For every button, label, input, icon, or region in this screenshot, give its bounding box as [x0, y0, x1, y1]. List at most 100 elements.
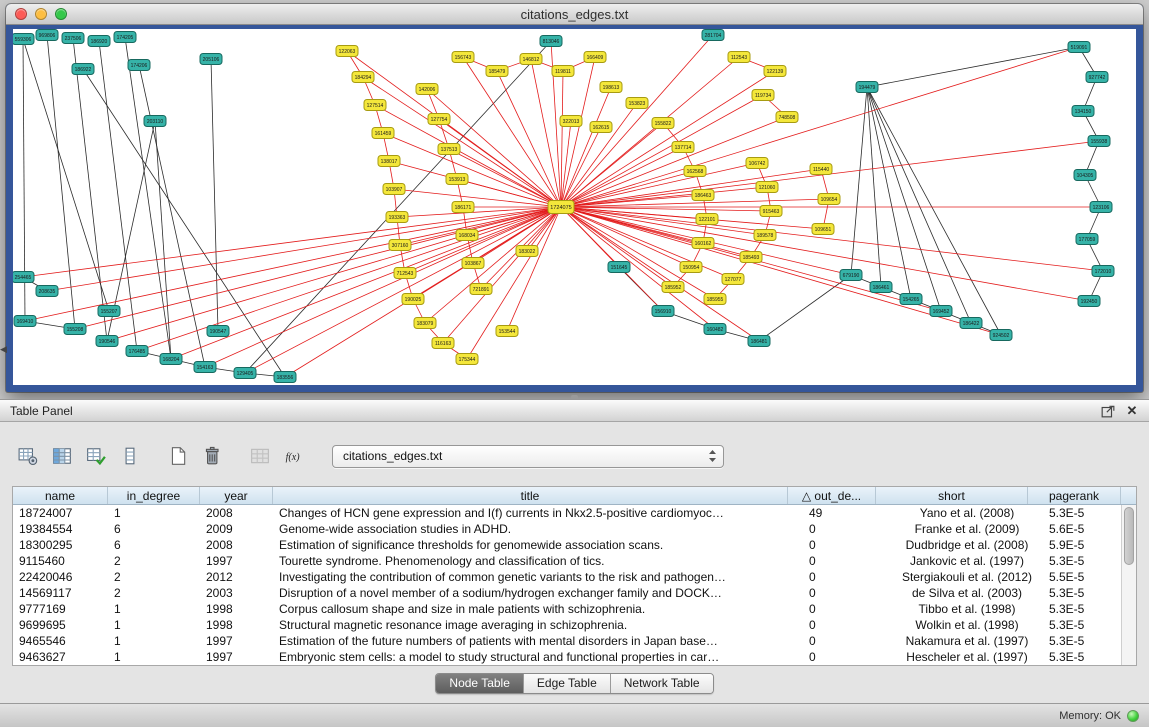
graph-node[interactable]: 712543: [394, 268, 416, 279]
import-table-icon[interactable]: [246, 443, 274, 469]
graph-node[interactable]: 721891: [470, 284, 492, 295]
network-window-titlebar[interactable]: citations_edges.txt: [6, 4, 1143, 25]
graph-node[interactable]: 185952: [662, 282, 684, 293]
table-row[interactable]: 969969511998Structural magnetic resonanc…: [13, 617, 1136, 633]
graph-node[interactable]: 162615: [590, 122, 612, 133]
graph-node[interactable]: 121060: [756, 182, 778, 193]
graph-node[interactable]: 109651: [812, 224, 834, 235]
graph-node[interactable]: 969806: [36, 30, 58, 41]
graph-node[interactable]: 186463: [692, 190, 714, 201]
graph-node[interactable]: 194479: [856, 82, 878, 93]
graph-node[interactable]: 186461: [870, 282, 892, 293]
column-header[interactable]: year: [200, 487, 273, 504]
new-column-icon[interactable]: [164, 443, 192, 469]
row-height-icon[interactable]: [116, 443, 144, 469]
table-row[interactable]: 911546021997Tourette syndrome. Phenomeno…: [13, 553, 1136, 569]
table-row[interactable]: 1830029562008Estimation of significance …: [13, 537, 1136, 553]
function-builder-icon[interactable]: f(x): [280, 443, 308, 469]
network-canvas[interactable]: 5593069698062375061869201742051869221742…: [13, 29, 1136, 385]
graph-node[interactable]: 172010: [1092, 266, 1114, 277]
graph-node[interactable]: 168034: [456, 230, 478, 241]
graph-node[interactable]: 208635: [36, 286, 58, 297]
graph-node[interactable]: 192450: [1078, 296, 1100, 307]
minimize-window-button[interactable]: [35, 8, 47, 20]
graph-node[interactable]: 169410: [14, 316, 36, 327]
graph-node[interactable]: 254465: [13, 272, 34, 283]
graph-node[interactable]: 189578: [754, 230, 776, 241]
graph-node[interactable]: 198613: [600, 82, 622, 93]
graph-node[interactable]: 174206: [128, 60, 150, 71]
graph-node[interactable]: 150954: [680, 262, 702, 273]
table-mode-icon[interactable]: [14, 443, 42, 469]
graph-node[interactable]: 106742: [746, 158, 768, 169]
network-canvas-svg[interactable]: 5593069698062375061869201742051869221742…: [13, 29, 1136, 385]
graph-node[interactable]: 161459: [372, 128, 394, 139]
graph-node[interactable]: 119734: [752, 90, 774, 101]
graph-node[interactable]: 203110: [144, 116, 166, 127]
graph-node[interactable]: 155207: [98, 306, 120, 317]
close-window-button[interactable]: [15, 8, 27, 20]
graph-node[interactable]: 193363: [386, 212, 408, 223]
graph-node[interactable]: 168204: [160, 354, 182, 365]
graph-node[interactable]: 183556: [274, 372, 296, 383]
graph-node[interactable]: 679190: [840, 270, 862, 281]
graph-node[interactable]: 927742: [1086, 72, 1108, 83]
graph-node[interactable]: 166409: [584, 52, 606, 63]
graph-node[interactable]: 177059: [1076, 234, 1098, 245]
collapse-left-panel-arrow[interactable]: ◀: [0, 344, 7, 355]
table-row[interactable]: 2242004622012Investigating the contribut…: [13, 569, 1136, 585]
graph-node[interactable]: 116163: [432, 338, 454, 349]
graph-node[interactable]: 186422: [960, 318, 982, 329]
table-scrollbar[interactable]: [1121, 505, 1136, 665]
graph-node[interactable]: 153823: [626, 98, 648, 109]
graph-node[interactable]: 142006: [416, 84, 438, 95]
graph-node[interactable]: 115440: [810, 164, 832, 175]
graph-node[interactable]: 169452: [930, 306, 952, 317]
close-panel-icon[interactable]: ✕: [1125, 404, 1139, 418]
graph-node[interactable]: 183022: [516, 246, 538, 257]
table-selector-combobox[interactable]: citations_edges.txt: [332, 445, 724, 468]
graph-node[interactable]: 175344: [456, 354, 478, 365]
graph-node[interactable]: 186171: [452, 202, 474, 213]
graph-node[interactable]: 154163: [194, 362, 216, 373]
graph-node[interactable]: 138017: [378, 156, 400, 167]
graph-node[interactable]: 205106: [200, 54, 222, 65]
table-row[interactable]: 1872400712008Changes of HCN gene express…: [13, 505, 1136, 521]
delete-column-icon[interactable]: [198, 443, 226, 469]
graph-node[interactable]: 155938: [1088, 136, 1110, 147]
graph-node[interactable]: 153913: [446, 174, 468, 185]
graph-node[interactable]: 127754: [428, 114, 450, 125]
graph-node[interactable]: 185479: [486, 66, 508, 77]
graph-node[interactable]: 813046: [540, 36, 562, 47]
graph-node[interactable]: 186920: [88, 36, 110, 47]
graph-node[interactable]: 185493: [740, 252, 762, 263]
graph-node[interactable]: 122101: [696, 214, 718, 225]
tab-edge-table[interactable]: Edge Table: [524, 674, 611, 693]
graph-node[interactable]: 160482: [704, 324, 726, 335]
graph-node[interactable]: 134150: [1072, 106, 1094, 117]
column-header[interactable]: △ out_de...: [788, 487, 876, 504]
graph-node[interactable]: 162568: [684, 166, 706, 177]
graph-node[interactable]: 924502: [990, 330, 1012, 341]
graph-node[interactable]: 129405: [234, 368, 256, 379]
graph-node[interactable]: 186481: [748, 336, 770, 347]
graph-node[interactable]: 151645: [608, 262, 630, 273]
table-row[interactable]: 1938455462009Genome-wide association stu…: [13, 521, 1136, 537]
graph-hub-node[interactable]: 1724075: [548, 201, 574, 214]
graph-node[interactable]: 237506: [62, 33, 84, 44]
graph-node[interactable]: 137513: [438, 144, 460, 155]
graph-node[interactable]: 174205: [114, 32, 136, 43]
graph-node[interactable]: 915463: [760, 206, 782, 217]
graph-node[interactable]: 307160: [389, 240, 411, 251]
graph-node[interactable]: 183079: [414, 318, 436, 329]
graph-node[interactable]: 156743: [452, 52, 474, 63]
graph-node[interactable]: 123106: [1090, 202, 1112, 213]
graph-node[interactable]: 185955: [704, 294, 726, 305]
column-header[interactable]: short: [876, 487, 1028, 504]
float-panel-icon[interactable]: [1101, 404, 1115, 418]
graph-node[interactable]: 103867: [462, 258, 484, 269]
table-row[interactable]: 946554611997Estimation of the future num…: [13, 633, 1136, 649]
zoom-window-button[interactable]: [55, 8, 67, 20]
table-row[interactable]: 946362711997Embryonic stem cells: a mode…: [13, 649, 1136, 665]
graph-node[interactable]: 127077: [722, 274, 744, 285]
